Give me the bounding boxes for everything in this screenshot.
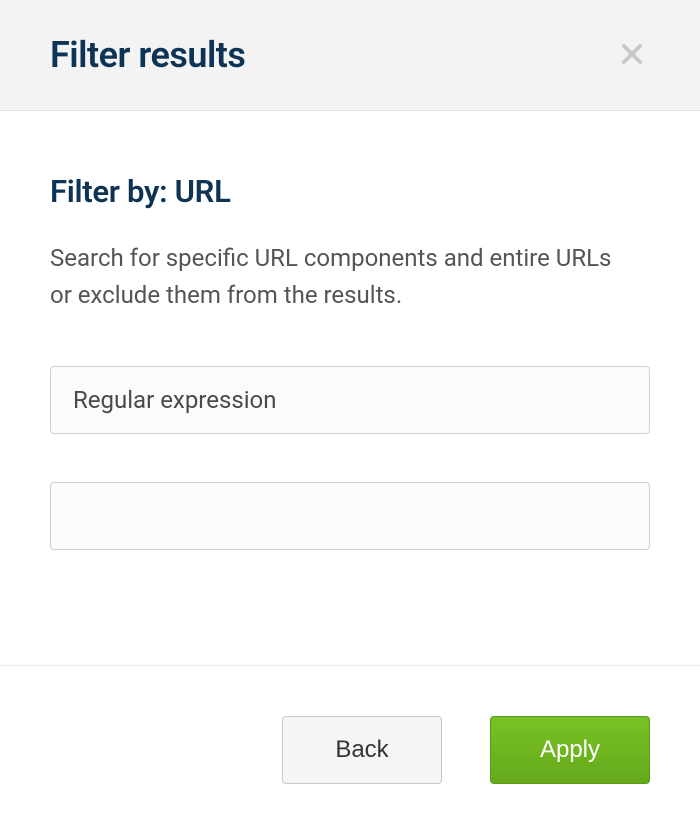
filter-dialog: Filter results Filter by: URL Search for…	[0, 0, 700, 840]
dialog-title: Filter results	[50, 34, 245, 76]
section-description: Search for specific URL components and e…	[50, 240, 630, 314]
filter-value-input[interactable]	[50, 482, 650, 550]
close-button[interactable]	[614, 36, 650, 75]
mode-select-wrap: Regular expression	[50, 366, 650, 434]
dialog-header: Filter results	[0, 0, 700, 111]
mode-select[interactable]: Regular expression	[50, 366, 650, 434]
dialog-body: Filter by: URL Search for specific URL c…	[0, 111, 700, 665]
close-icon	[618, 40, 646, 71]
apply-button[interactable]: Apply	[490, 716, 650, 784]
dialog-footer: Back Apply	[0, 665, 700, 840]
back-button[interactable]: Back	[282, 716, 442, 784]
mode-select-value: Regular expression	[73, 386, 277, 414]
section-title: Filter by: URL	[50, 173, 650, 210]
